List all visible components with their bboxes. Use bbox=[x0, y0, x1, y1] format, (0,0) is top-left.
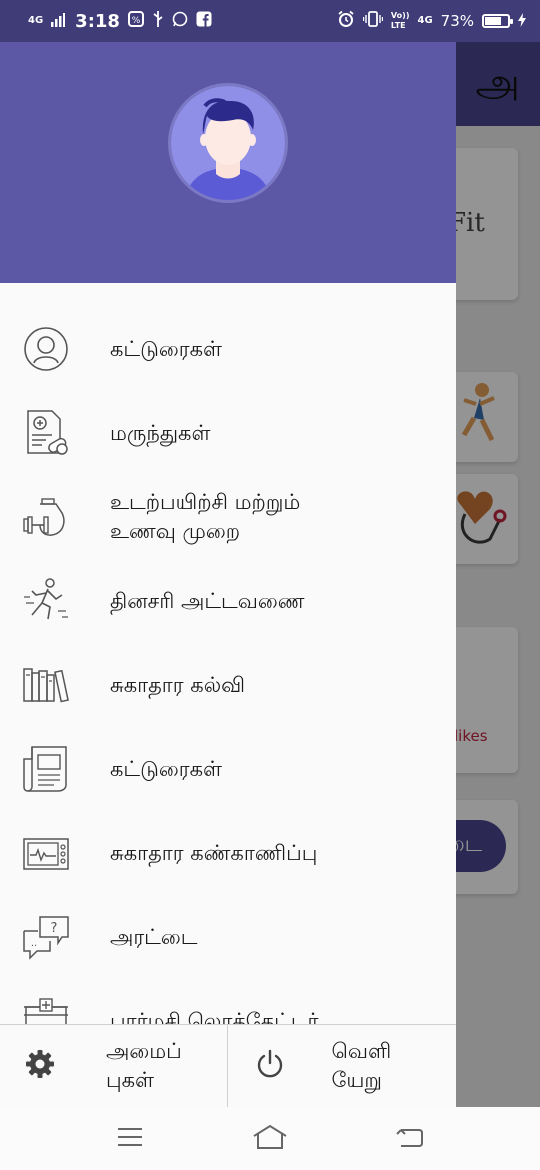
drawer-menu: கட்டுரைகள் மருந்துகள் உடற்பயிற்சி மற்றும… bbox=[0, 307, 456, 1025]
menu-item-articles[interactable]: கட்டுரைகள் bbox=[0, 307, 456, 391]
running-man-icon bbox=[22, 577, 70, 625]
menu-item-label: பார்மசி லொக்கேட்டர் bbox=[110, 1008, 319, 1026]
menu-item-label: சுகாதார கல்வி bbox=[110, 672, 246, 697]
settings-label: அமைப் புகள் bbox=[106, 1039, 182, 1092]
settings-button[interactable]: அமைப் புகள் bbox=[0, 1025, 228, 1107]
back-arrow-icon bbox=[395, 1126, 425, 1152]
vibrate-icon bbox=[362, 11, 384, 31]
menu-item-chat[interactable]: ?.. அரட்டை bbox=[0, 895, 456, 979]
svg-text:..: .. bbox=[31, 938, 37, 949]
navigation-drawer: கட்டுரைகள் மருந்துகள் உடற்பயிற்சி மற்றும… bbox=[0, 42, 456, 1107]
notification-icon: % bbox=[127, 11, 144, 31]
menu-item-label: அரட்டை bbox=[110, 924, 198, 949]
menu-item-label: கட்டுரைகள் bbox=[110, 756, 222, 781]
network-type: 4G bbox=[28, 15, 44, 26]
menu-item-label: கட்டுரைகள் bbox=[110, 336, 222, 361]
newspaper-icon bbox=[22, 745, 70, 793]
whatsapp-icon bbox=[172, 11, 188, 31]
books-icon bbox=[22, 661, 70, 709]
menu-item-health-education[interactable]: சுகாதார கல்வி bbox=[0, 643, 456, 727]
logout-button[interactable]: வெளி யேறு bbox=[228, 1025, 457, 1107]
facebook-icon bbox=[196, 11, 212, 31]
gear-icon bbox=[24, 1048, 56, 1084]
usb-icon bbox=[152, 11, 164, 31]
network-type-2: 4G bbox=[417, 15, 433, 26]
menu-item-label: தினசரி அட்டவணை bbox=[110, 588, 305, 613]
user-outline-icon bbox=[22, 325, 70, 373]
chat-icon: ?.. bbox=[22, 913, 70, 961]
recents-button[interactable] bbox=[100, 1117, 160, 1161]
home-icon bbox=[252, 1124, 288, 1154]
battery-percent: 73% bbox=[440, 12, 474, 30]
menu-item-articles-2[interactable]: கட்டுரைகள் bbox=[0, 727, 456, 811]
menu-item-medicines[interactable]: மருந்துகள் bbox=[0, 391, 456, 475]
power-icon bbox=[254, 1048, 286, 1084]
menu-item-health-monitoring[interactable]: சுகாதார கண்காணிப்பு bbox=[0, 811, 456, 895]
battery-level bbox=[485, 17, 502, 25]
fitness-diet-icon bbox=[22, 493, 70, 541]
drawer-footer: அமைப் புகள் வெளி யேறு bbox=[0, 1024, 456, 1107]
avatar[interactable] bbox=[168, 83, 288, 203]
alarm-icon bbox=[337, 10, 355, 32]
svg-text:%: % bbox=[132, 16, 141, 26]
menu-item-label: மருந்துகள் bbox=[110, 420, 211, 445]
status-bar: 4G 3:18 % Vo)) LTE 4G 73% bbox=[0, 0, 540, 42]
health-monitor-icon bbox=[22, 829, 70, 877]
menu-item-label: சுகாதார கண்காணிப்பு bbox=[110, 840, 318, 865]
system-navigation-bar bbox=[0, 1107, 540, 1170]
charging-icon bbox=[518, 12, 526, 31]
battery-icon bbox=[482, 14, 513, 28]
logout-label: வெளி யேறு bbox=[331, 1039, 392, 1092]
menu-lines-icon bbox=[116, 1126, 144, 1152]
back-button[interactable] bbox=[380, 1117, 440, 1161]
clock: 3:18 bbox=[75, 10, 120, 32]
drawer-header bbox=[0, 42, 456, 283]
menu-item-exercise-diet[interactable]: உடற்பயிற்சி மற்றும் உணவு முறை bbox=[0, 475, 456, 559]
prescription-icon bbox=[22, 409, 70, 457]
menu-item-pharmacy-locator[interactable]: பார்மசி லொக்கேட்டர் bbox=[0, 979, 456, 1025]
menu-item-label: உடற்பயிற்சி மற்றும் உணவு முறை bbox=[110, 490, 301, 543]
svg-text:?: ? bbox=[51, 921, 58, 936]
home-button[interactable] bbox=[240, 1117, 300, 1161]
menu-item-daily-schedule[interactable]: தினசரி அட்டவணை bbox=[0, 559, 456, 643]
pharmacy-icon bbox=[22, 997, 70, 1025]
signal-icon bbox=[51, 12, 66, 31]
volte-indicator: Vo)) LTE bbox=[390, 11, 410, 30]
